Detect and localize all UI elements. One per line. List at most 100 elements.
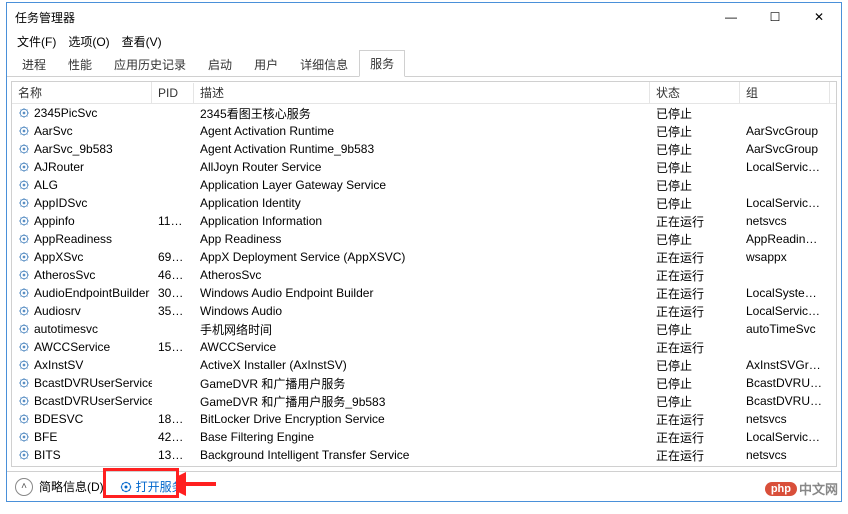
cell-group: BcastDVRUs... [740,375,830,391]
service-gear-icon [18,179,30,191]
cell-name: AWCCService [12,339,152,355]
table-row[interactable]: BcastDVRUserService_9b...GameDVR 和广播用户服务… [12,392,836,410]
service-gear-icon [18,323,30,335]
menu-file[interactable]: 文件(F) [13,31,60,52]
cell-pid: 15164 [152,339,194,355]
cell-status: 已停止 [650,176,740,195]
cell-desc: BitLocker Drive Encryption Service [194,411,650,427]
cell-desc: 2345看图王核心服务 [194,104,650,123]
header-desc[interactable]: 描述 [194,81,650,104]
cell-desc: AllJoyn Router Service [194,159,650,175]
cell-desc: Base Filtering Engine [194,429,650,445]
services-table: 名称 PID 描述 状态 组 2345PicSvc2345看图王核心服务已停止A… [11,81,837,467]
table-row[interactable]: AarSvc_9b583Agent Activation Runtime_9b5… [12,140,836,158]
tab-1[interactable]: 性能 [57,51,103,77]
cell-status: 正在运行 [650,338,740,357]
cell-group: BthAppGroup [740,465,830,466]
table-row[interactable]: Appinfo11832Application Information正在运行n… [12,212,836,230]
cell-status: 已停止 [650,464,740,467]
tab-5[interactable]: 详细信息 [289,51,359,77]
service-gear-icon [18,269,30,281]
cell-group: AarSvcGroup [740,141,830,157]
content-area: 名称 PID 描述 状态 组 2345PicSvc2345看图王核心服务已停止A… [7,77,841,471]
cell-name: Appinfo [12,213,152,229]
table-row[interactable]: AppIDSvcApplication Identity已停止LocalServ… [12,194,836,212]
header-status[interactable]: 状态 [650,81,740,104]
service-gear-icon [18,143,30,155]
table-row[interactable]: AudioEndpointBuilder3084Windows Audio En… [12,284,836,302]
cell-group: LocalService... [740,303,830,319]
cell-status: 已停止 [650,158,740,177]
service-gear-icon [18,125,30,137]
table-row[interactable]: AppXSvc6936AppX Deployment Service (AppX… [12,248,836,266]
cell-name: BcastDVRUserService_9b... [12,393,152,409]
service-gear-icon [18,215,30,227]
table-row[interactable]: AarSvcAgent Activation Runtime已停止AarSvcG… [12,122,836,140]
header-name[interactable]: 名称 [12,81,152,104]
cell-group: LocalSystem... [740,285,830,301]
cell-name: BluetoothUserService [12,465,152,466]
minimize-button[interactable]: — [709,3,753,31]
service-gear-icon [18,233,30,245]
close-button[interactable]: ✕ [797,3,841,31]
cell-group: LocalService... [740,429,830,445]
cell-group [740,112,830,114]
cell-status: 已停止 [650,140,740,159]
header-pid[interactable]: PID [152,83,194,103]
tab-4[interactable]: 用户 [243,51,289,77]
tab-2[interactable]: 应用历史记录 [103,51,197,77]
cell-name: BcastDVRUserService [12,375,152,391]
table-row[interactable]: AxInstSVActiveX Installer (AxInstSV)已停止A… [12,356,836,374]
cell-name: autotimesvc [12,321,152,337]
table-row[interactable]: BluetoothUserService 蓝牙用户支持服务已停止BthAppGro… [12,464,836,466]
cell-status: 已停止 [650,356,740,375]
menu-options[interactable]: 选项(O) [64,31,113,52]
cell-pid [152,112,194,114]
table-row[interactable]: AppReadinessApp Readiness已停止AppReadiness [12,230,836,248]
tab-6[interactable]: 服务 [359,50,405,77]
table-row[interactable]: autotimesvc手机网络时间已停止autoTimeSvc [12,320,836,338]
table-body[interactable]: 2345PicSvc2345看图王核心服务已停止AarSvcAgent Acti… [12,104,836,466]
task-manager-window: 任务管理器 — ☐ ✕ 文件(F) 选项(O) 查看(V) 进程性能应用历史记录… [6,2,842,502]
cell-pid [152,202,194,204]
tab-3[interactable]: 启动 [197,51,243,77]
cell-name: AppXSvc [12,249,152,265]
table-row[interactable]: ALGApplication Layer Gateway Service已停止 [12,176,836,194]
cell-name: AtherosSvc [12,267,152,283]
table-row[interactable]: Audiosrv3512Windows Audio正在运行LocalServic… [12,302,836,320]
table-row[interactable]: BDESVC1848BitLocker Drive Encryption Ser… [12,410,836,428]
cell-desc: App Readiness [194,231,650,247]
maximize-button[interactable]: ☐ [753,3,797,31]
service-gear-icon [18,377,30,389]
table-row[interactable]: AJRouterAllJoyn Router Service已停止LocalSe… [12,158,836,176]
header-group[interactable]: 组 [740,81,830,104]
chevron-up-icon: ˄ [15,478,33,496]
table-row[interactable]: BFE4228Base Filtering Engine正在运行LocalSer… [12,428,836,446]
brief-info-toggle[interactable]: ˄ 简略信息(D) [15,478,104,496]
cell-name: BDESVC [12,411,152,427]
tab-0[interactable]: 进程 [11,51,57,77]
table-row[interactable]: BcastDVRUserService GameDVR 和广播用户服务已停止Bca… [12,374,836,392]
cell-status: 已停止 [650,374,740,393]
titlebar: 任务管理器 — ☐ ✕ [7,3,841,31]
table-row[interactable]: 2345PicSvc2345看图王核心服务已停止 [12,104,836,122]
cell-desc: 蓝牙用户支持服务 [194,464,650,467]
service-gear-icon [18,341,30,353]
table-row[interactable]: AWCCService15164AWCCService正在运行 [12,338,836,356]
table-row[interactable]: BITS13164Background Intelligent Transfer… [12,446,836,464]
table-row[interactable]: AtherosSvc4668AtherosSvc正在运行 [12,266,836,284]
cell-pid [152,166,194,168]
service-gear-icon [18,251,30,263]
menu-view[interactable]: 查看(V) [118,31,166,52]
cell-pid: 4668 [152,267,194,283]
footer: ˄ 简略信息(D) 打开服务 [7,471,841,501]
cell-desc: GameDVR 和广播用户服务 [194,374,650,393]
table-header: 名称 PID 描述 状态 组 [12,82,836,104]
service-gear-icon [18,107,30,119]
service-gear-icon [18,413,30,425]
cell-group: AarSvcGroup [740,123,830,139]
cell-desc: Application Information [194,213,650,229]
open-services-link[interactable]: 打开服务 [112,474,192,499]
cell-name: BITS [12,447,152,463]
cell-status: 正在运行 [650,248,740,267]
